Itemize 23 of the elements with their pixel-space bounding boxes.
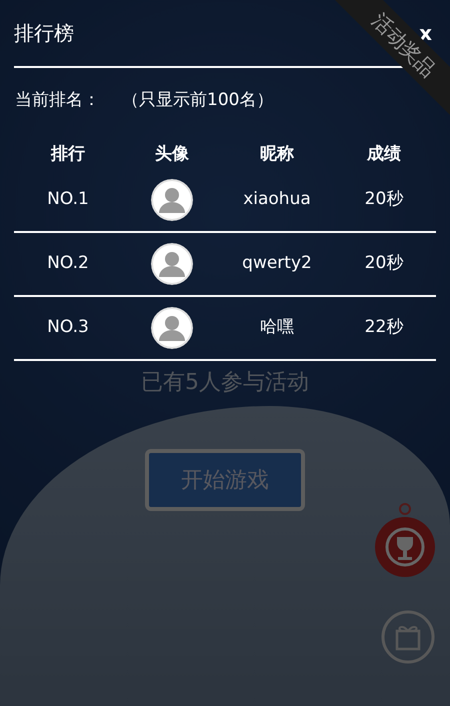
participant-count: 已有5人参与活动 (140, 369, 310, 397)
rank-text: NO.3 (47, 316, 89, 337)
score-text: 20秒 (364, 188, 404, 209)
column-header: 昵称 (260, 144, 294, 164)
nickname-text: xiaohua (243, 188, 311, 209)
column-header: 成绩 (367, 144, 401, 164)
rank-text: NO.1 (47, 188, 89, 209)
current-rank-label: 当前排名： (15, 89, 100, 112)
nickname-text: qwerty2 (242, 252, 312, 273)
gift-icon[interactable] (380, 609, 436, 665)
avatar-icon (151, 242, 193, 284)
close-button[interactable]: x (415, 23, 436, 43)
column-header: 排行 (51, 144, 85, 164)
avatar-icon (151, 306, 193, 348)
dialog-title: 排行榜 (14, 20, 74, 47)
avatar-icon (151, 178, 193, 220)
score-text: 22秒 (364, 316, 404, 337)
trophy-ornament-icon[interactable] (374, 501, 436, 579)
rank-note: （只显示前100名） (122, 89, 274, 112)
column-header: 头像 (155, 144, 189, 164)
rank-text: NO.2 (47, 252, 89, 273)
score-text: 20秒 (364, 252, 404, 273)
nickname-text: 哈嘿 (260, 316, 294, 337)
